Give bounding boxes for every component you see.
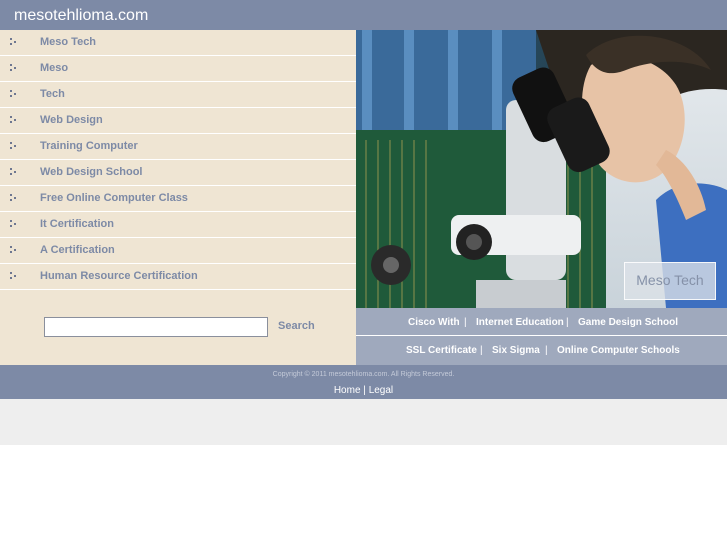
menu-item[interactable]: Tech <box>0 82 356 108</box>
menu-item-label[interactable]: Meso Tech <box>40 36 96 48</box>
related-links-row-2: SSL Certificate | Six Sigma | Online Com… <box>356 336 727 365</box>
menu-item[interactable]: Meso Tech <box>0 30 356 56</box>
menu-item[interactable]: Free Online Computer Class <box>0 186 356 212</box>
nav-menu: Meso Tech Meso Tech Web Design Training … <box>0 30 356 290</box>
menu-item-label[interactable]: Training Computer <box>40 140 138 152</box>
bullet-icon <box>10 168 18 176</box>
hero-badge: Meso Tech <box>624 262 716 300</box>
site-title[interactable]: mesotehlioma.com <box>14 7 148 25</box>
bullet-icon <box>10 116 18 124</box>
menu-item[interactable]: It Certification <box>0 212 356 238</box>
site-header: mesotehlioma.com <box>0 0 727 30</box>
menu-item-label[interactable]: A Certification <box>40 244 115 256</box>
menu-item-label[interactable]: Web Design School <box>40 166 142 178</box>
menu-item[interactable]: A Certification <box>0 238 356 264</box>
link-internet-education[interactable]: Internet Education <box>476 317 564 328</box>
link-ssl-certificate[interactable]: SSL Certificate <box>406 345 477 356</box>
menu-item[interactable]: Meso <box>0 56 356 82</box>
left-panel: Meso Tech Meso Tech Web Design Training … <box>0 30 356 365</box>
menu-item[interactable]: Web Design School <box>0 160 356 186</box>
hero-badge-text: Meso Tech <box>636 272 704 288</box>
menu-item-label[interactable]: Human Resource Certification <box>40 270 198 282</box>
link-online-computer-schools[interactable]: Online Computer Schools <box>557 345 680 356</box>
menu-item[interactable]: Web Design <box>0 108 356 134</box>
menu-item[interactable]: Training Computer <box>0 134 356 160</box>
menu-item-label[interactable]: Web Design <box>40 114 103 126</box>
menu-item[interactable]: Human Resource Certification <box>0 264 356 290</box>
legal-link[interactable]: Legal <box>369 385 393 396</box>
bottom-band <box>0 399 727 445</box>
menu-item-label[interactable]: Tech <box>40 88 65 100</box>
copyright-text: Copyright © 2011 mesotehlioma.com. All R… <box>272 371 455 378</box>
hero-image: Meso Tech <box>356 30 727 308</box>
link-separator: | <box>545 345 548 356</box>
footer-separator: | <box>363 385 366 396</box>
related-links-row-1: Cisco With | Internet Education | Game D… <box>356 308 727 336</box>
bullet-icon <box>10 142 18 150</box>
link-separator: | <box>464 317 467 328</box>
link-cisco-with[interactable]: Cisco With <box>408 317 460 328</box>
menu-item-label[interactable]: Free Online Computer Class <box>40 192 188 204</box>
menu-item-label[interactable]: It Certification <box>40 218 114 230</box>
bullet-icon <box>10 194 18 202</box>
bullet-icon <box>10 38 18 46</box>
menu-item-label[interactable]: Meso <box>40 62 68 74</box>
link-separator: | <box>566 317 569 328</box>
search-button[interactable]: Search <box>278 320 315 332</box>
bullet-icon <box>10 220 18 228</box>
footer-links: Home | Legal <box>0 385 727 396</box>
link-game-design-school[interactable]: Game Design School <box>578 317 678 328</box>
link-six-sigma[interactable]: Six Sigma <box>492 345 540 356</box>
bullet-icon <box>10 272 18 280</box>
bullet-icon <box>10 246 18 254</box>
site-footer: Copyright © 2011 mesotehlioma.com. All R… <box>0 365 727 399</box>
link-separator: | <box>480 345 483 356</box>
bullet-icon <box>10 64 18 72</box>
search-input[interactable] <box>44 317 268 337</box>
bullet-icon <box>10 90 18 98</box>
home-link[interactable]: Home <box>334 385 361 396</box>
